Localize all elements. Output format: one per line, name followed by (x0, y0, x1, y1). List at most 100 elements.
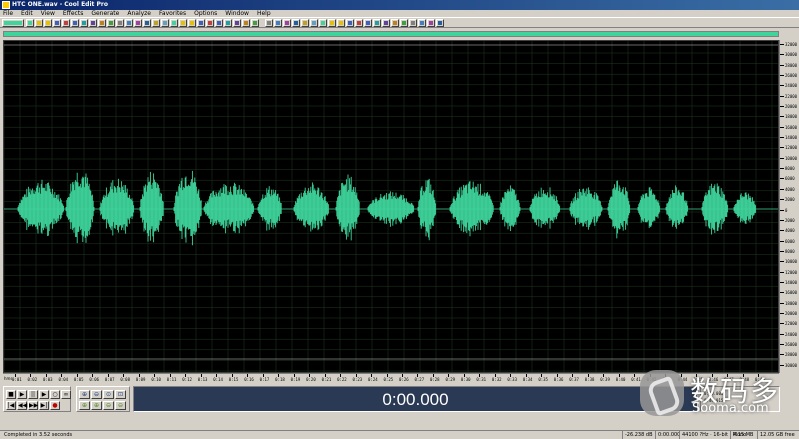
toolbar-button-10[interactable] (116, 19, 124, 27)
toolbar-button-3[interactable] (53, 19, 61, 27)
app-icon[interactable] (2, 1, 10, 9)
menu-generate[interactable]: Generate (91, 10, 119, 17)
overview-visible-range[interactable] (4, 32, 778, 36)
toolbar-button-26[interactable] (265, 19, 273, 27)
play-to-end-button[interactable]: ▶ (39, 390, 49, 399)
toolbar-button-25[interactable] (251, 19, 259, 27)
toolbar-button-36[interactable] (355, 19, 363, 27)
time-label: 0:25 (383, 377, 394, 382)
toolbar-button-38[interactable] (373, 19, 381, 27)
toolbar-button-19[interactable] (197, 19, 205, 27)
toolbar-button-23[interactable] (233, 19, 241, 27)
toolbar-button-20[interactable] (206, 19, 214, 27)
toolbar-button-43[interactable] (418, 19, 426, 27)
menu-window[interactable]: Window (225, 10, 249, 17)
toolbar-button-45[interactable] (436, 19, 444, 27)
play-looped-button[interactable]: ∞ (61, 390, 71, 399)
go-to-end-button[interactable]: ▶| (39, 401, 49, 410)
zoom-selection-button[interactable]: ⊡ (115, 390, 126, 399)
menu-view[interactable]: View (41, 10, 55, 17)
amplitude-label: 10000 (785, 155, 798, 161)
zoom-in-horizontal-button[interactable]: ⊕ (79, 390, 90, 399)
zoom-full-button[interactable]: ⊙ (103, 390, 114, 399)
toolbar-button-18[interactable] (188, 19, 196, 27)
toolbar-button-35[interactable] (346, 19, 354, 27)
toolbar-view-toggle-button[interactable] (2, 19, 24, 27)
time-label: 0:49 (755, 377, 765, 382)
zoom-out-vertical-button[interactable]: ⊖ (115, 401, 126, 410)
zoom-left-edge-button[interactable]: ⊕ (79, 401, 90, 410)
play-button[interactable]: ▶ (17, 390, 27, 399)
toolbar-button-7[interactable] (89, 19, 97, 27)
record-button[interactable]: ● (50, 401, 60, 410)
menu-analyze[interactable]: Analyze (127, 10, 151, 17)
toolbar-button-2[interactable] (44, 19, 52, 27)
toolbar-button-0[interactable] (26, 19, 34, 27)
overview-bar[interactable] (3, 31, 779, 37)
rewind-button[interactable]: ◀◀ (17, 401, 27, 410)
amplitude-label: 12000 (785, 269, 798, 275)
menu-edit[interactable]: Edit (21, 10, 33, 17)
time-label: 0:42 (646, 377, 657, 382)
zoom-out-horizontal-button[interactable]: ⊖ (91, 390, 102, 399)
menu-file[interactable]: File (3, 10, 13, 17)
amplitude-tick (780, 126, 784, 128)
toolbar-button-32[interactable] (319, 19, 327, 27)
amplitude-tick (780, 323, 784, 325)
toolbar-button-31[interactable] (310, 19, 318, 27)
zoom-right-edge-button[interactable]: ⊕ (91, 401, 102, 410)
toolbar-button-34[interactable] (337, 19, 345, 27)
toolbar-button-44[interactable] (427, 19, 435, 27)
toolbar-button-8[interactable] (98, 19, 106, 27)
fast-forward-button[interactable]: ▶▶ (28, 401, 38, 410)
toolbar-button-40[interactable] (391, 19, 399, 27)
toolbar-button-24[interactable] (242, 19, 250, 27)
amplitude-tick (780, 64, 784, 66)
pause-button[interactable]: || (28, 390, 38, 399)
menu-help[interactable]: Help (257, 10, 271, 17)
toolbar-button-28[interactable] (283, 19, 291, 27)
go-to-start-button[interactable]: |◀ (6, 401, 16, 410)
menu-options[interactable]: Options (194, 10, 217, 17)
toolbar-button-4[interactable] (62, 19, 70, 27)
toolbar-button-22[interactable] (224, 19, 232, 27)
amplitude-tick (780, 333, 784, 335)
menu-effects[interactable]: Effects (63, 10, 83, 17)
waveform-canvas[interactable] (4, 41, 778, 372)
amplitude-label: 0 (785, 207, 788, 213)
toolbar-button-21[interactable] (215, 19, 223, 27)
toolbar-button-11[interactable] (125, 19, 133, 27)
toolbar-button-1[interactable] (35, 19, 43, 27)
time-ruler[interactable]: hms 0:01 0:02 0:03 0:04 0:05 0:06 0:07 0:08 0:09… (3, 373, 779, 382)
toolbar-button-14[interactable] (152, 19, 160, 27)
time-label: 0:07 (104, 377, 115, 382)
time-label: 0:13 (197, 377, 208, 382)
toolbar-button-12[interactable] (134, 19, 142, 27)
toolbar-button-16[interactable] (170, 19, 178, 27)
toolbar-button-13[interactable] (143, 19, 151, 27)
toolbar-button-5[interactable] (71, 19, 79, 27)
amplitude-tick (780, 54, 784, 56)
toolbar-button-33[interactable] (328, 19, 336, 27)
toolbar-button-37[interactable] (364, 19, 372, 27)
loop-mode-button[interactable]: ○ (50, 390, 60, 399)
stop-button[interactable]: ■ (6, 390, 16, 399)
menu-favorites[interactable]: Favorites (159, 10, 186, 17)
zoom-in-vertical-button[interactable]: ⊖ (103, 401, 114, 410)
toolbar-button-39[interactable] (382, 19, 390, 27)
title-bar[interactable]: HTC ONE.wav - Cool Edit Pro (0, 0, 799, 10)
waveform-display[interactable] (3, 40, 779, 373)
toolbar-button-41[interactable] (400, 19, 408, 27)
toolbar-button-9[interactable] (107, 19, 115, 27)
toolbar-button-17[interactable] (179, 19, 187, 27)
toolbar-button-15[interactable] (161, 19, 169, 27)
toolbar-button-27[interactable] (274, 19, 282, 27)
time-label: 0:21 (321, 377, 332, 382)
toolbar-button-6[interactable] (80, 19, 88, 27)
status-message: Completed in 3.52 seconds (4, 432, 73, 438)
status-file-size: 4.15 MB (730, 431, 753, 439)
toolbar-button-29[interactable] (292, 19, 300, 27)
toolbar-button-30[interactable] (301, 19, 309, 27)
time-display: 0:00.000 (133, 386, 698, 412)
toolbar-button-42[interactable] (409, 19, 417, 27)
